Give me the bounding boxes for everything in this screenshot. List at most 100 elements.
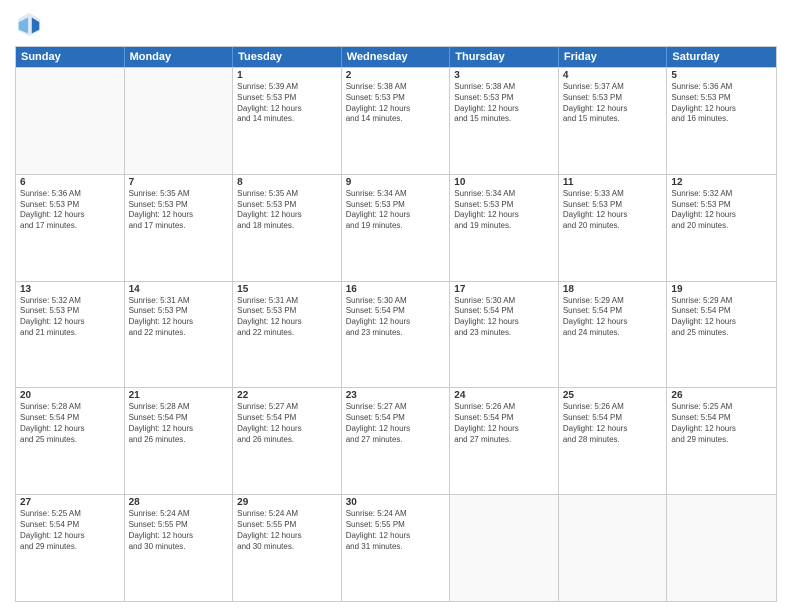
day-cell-15: 15Sunrise: 5:31 AM Sunset: 5:53 PM Dayli… [233,282,342,388]
day-number: 24 [454,390,554,401]
day-cell-22: 22Sunrise: 5:27 AM Sunset: 5:54 PM Dayli… [233,388,342,494]
day-cell-28: 28Sunrise: 5:24 AM Sunset: 5:55 PM Dayli… [125,495,234,601]
day-info: Sunrise: 5:24 AM Sunset: 5:55 PM Dayligh… [346,509,446,552]
calendar-row-3: 13Sunrise: 5:32 AM Sunset: 5:53 PM Dayli… [16,281,776,388]
calendar-header: SundayMondayTuesdayWednesdayThursdayFrid… [16,47,776,67]
day-number: 19 [671,284,772,295]
day-info: Sunrise: 5:29 AM Sunset: 5:54 PM Dayligh… [671,296,772,339]
day-info: Sunrise: 5:27 AM Sunset: 5:54 PM Dayligh… [237,402,337,445]
day-cell-17: 17Sunrise: 5:30 AM Sunset: 5:54 PM Dayli… [450,282,559,388]
logo-icon [15,10,43,38]
day-info: Sunrise: 5:24 AM Sunset: 5:55 PM Dayligh… [129,509,229,552]
day-info: Sunrise: 5:35 AM Sunset: 5:53 PM Dayligh… [237,189,337,232]
day-info: Sunrise: 5:24 AM Sunset: 5:55 PM Dayligh… [237,509,337,552]
calendar-row-1: 1Sunrise: 5:39 AM Sunset: 5:53 PM Daylig… [16,67,776,174]
day-number: 14 [129,284,229,295]
day-number: 1 [237,70,337,81]
day-cell-21: 21Sunrise: 5:28 AM Sunset: 5:54 PM Dayli… [125,388,234,494]
day-number: 26 [671,390,772,401]
day-cell-30: 30Sunrise: 5:24 AM Sunset: 5:55 PM Dayli… [342,495,451,601]
day-number: 2 [346,70,446,81]
day-cell-2: 2Sunrise: 5:38 AM Sunset: 5:53 PM Daylig… [342,68,451,174]
day-cell-24: 24Sunrise: 5:26 AM Sunset: 5:54 PM Dayli… [450,388,559,494]
day-cell-19: 19Sunrise: 5:29 AM Sunset: 5:54 PM Dayli… [667,282,776,388]
day-number: 18 [563,284,663,295]
day-info: Sunrise: 5:27 AM Sunset: 5:54 PM Dayligh… [346,402,446,445]
calendar: SundayMondayTuesdayWednesdayThursdayFrid… [15,46,777,602]
weekday-header-saturday: Saturday [667,47,776,67]
day-number: 28 [129,497,229,508]
day-number: 4 [563,70,663,81]
day-info: Sunrise: 5:37 AM Sunset: 5:53 PM Dayligh… [563,82,663,125]
day-cell-16: 16Sunrise: 5:30 AM Sunset: 5:54 PM Dayli… [342,282,451,388]
day-info: Sunrise: 5:33 AM Sunset: 5:53 PM Dayligh… [563,189,663,232]
day-cell-18: 18Sunrise: 5:29 AM Sunset: 5:54 PM Dayli… [559,282,668,388]
day-number: 12 [671,177,772,188]
day-cell-13: 13Sunrise: 5:32 AM Sunset: 5:53 PM Dayli… [16,282,125,388]
day-info: Sunrise: 5:30 AM Sunset: 5:54 PM Dayligh… [454,296,554,339]
day-number: 13 [20,284,120,295]
day-cell-14: 14Sunrise: 5:31 AM Sunset: 5:53 PM Dayli… [125,282,234,388]
day-cell-empty [559,495,668,601]
day-number: 15 [237,284,337,295]
day-info: Sunrise: 5:36 AM Sunset: 5:53 PM Dayligh… [20,189,120,232]
day-cell-29: 29Sunrise: 5:24 AM Sunset: 5:55 PM Dayli… [233,495,342,601]
calendar-row-4: 20Sunrise: 5:28 AM Sunset: 5:54 PM Dayli… [16,387,776,494]
day-info: Sunrise: 5:25 AM Sunset: 5:54 PM Dayligh… [671,402,772,445]
day-cell-empty [667,495,776,601]
day-number: 29 [237,497,337,508]
day-info: Sunrise: 5:34 AM Sunset: 5:53 PM Dayligh… [346,189,446,232]
day-cell-20: 20Sunrise: 5:28 AM Sunset: 5:54 PM Dayli… [16,388,125,494]
day-number: 6 [20,177,120,188]
header [15,10,777,38]
day-cell-10: 10Sunrise: 5:34 AM Sunset: 5:53 PM Dayli… [450,175,559,281]
day-info: Sunrise: 5:29 AM Sunset: 5:54 PM Dayligh… [563,296,663,339]
day-number: 20 [20,390,120,401]
day-info: Sunrise: 5:26 AM Sunset: 5:54 PM Dayligh… [563,402,663,445]
day-number: 11 [563,177,663,188]
day-info: Sunrise: 5:31 AM Sunset: 5:53 PM Dayligh… [129,296,229,339]
day-number: 9 [346,177,446,188]
day-info: Sunrise: 5:36 AM Sunset: 5:53 PM Dayligh… [671,82,772,125]
day-info: Sunrise: 5:26 AM Sunset: 5:54 PM Dayligh… [454,402,554,445]
page: SundayMondayTuesdayWednesdayThursdayFrid… [0,0,792,612]
day-info: Sunrise: 5:38 AM Sunset: 5:53 PM Dayligh… [454,82,554,125]
weekday-header-monday: Monday [125,47,234,67]
day-cell-11: 11Sunrise: 5:33 AM Sunset: 5:53 PM Dayli… [559,175,668,281]
calendar-body: 1Sunrise: 5:39 AM Sunset: 5:53 PM Daylig… [16,67,776,601]
day-cell-empty [16,68,125,174]
day-number: 7 [129,177,229,188]
calendar-row-5: 27Sunrise: 5:25 AM Sunset: 5:54 PM Dayli… [16,494,776,601]
day-info: Sunrise: 5:28 AM Sunset: 5:54 PM Dayligh… [129,402,229,445]
calendar-row-2: 6Sunrise: 5:36 AM Sunset: 5:53 PM Daylig… [16,174,776,281]
day-cell-27: 27Sunrise: 5:25 AM Sunset: 5:54 PM Dayli… [16,495,125,601]
day-cell-4: 4Sunrise: 5:37 AM Sunset: 5:53 PM Daylig… [559,68,668,174]
weekday-header-sunday: Sunday [16,47,125,67]
day-info: Sunrise: 5:28 AM Sunset: 5:54 PM Dayligh… [20,402,120,445]
day-info: Sunrise: 5:39 AM Sunset: 5:53 PM Dayligh… [237,82,337,125]
weekday-header-wednesday: Wednesday [342,47,451,67]
day-number: 10 [454,177,554,188]
logo [15,10,47,38]
day-cell-empty [450,495,559,601]
day-cell-1: 1Sunrise: 5:39 AM Sunset: 5:53 PM Daylig… [233,68,342,174]
day-number: 23 [346,390,446,401]
day-number: 3 [454,70,554,81]
day-info: Sunrise: 5:31 AM Sunset: 5:53 PM Dayligh… [237,296,337,339]
day-info: Sunrise: 5:32 AM Sunset: 5:53 PM Dayligh… [671,189,772,232]
day-number: 21 [129,390,229,401]
day-cell-3: 3Sunrise: 5:38 AM Sunset: 5:53 PM Daylig… [450,68,559,174]
day-cell-8: 8Sunrise: 5:35 AM Sunset: 5:53 PM Daylig… [233,175,342,281]
day-number: 8 [237,177,337,188]
day-number: 25 [563,390,663,401]
day-cell-23: 23Sunrise: 5:27 AM Sunset: 5:54 PM Dayli… [342,388,451,494]
weekday-header-thursday: Thursday [450,47,559,67]
day-cell-7: 7Sunrise: 5:35 AM Sunset: 5:53 PM Daylig… [125,175,234,281]
day-number: 22 [237,390,337,401]
day-cell-5: 5Sunrise: 5:36 AM Sunset: 5:53 PM Daylig… [667,68,776,174]
day-cell-26: 26Sunrise: 5:25 AM Sunset: 5:54 PM Dayli… [667,388,776,494]
day-info: Sunrise: 5:32 AM Sunset: 5:53 PM Dayligh… [20,296,120,339]
day-cell-12: 12Sunrise: 5:32 AM Sunset: 5:53 PM Dayli… [667,175,776,281]
weekday-header-friday: Friday [559,47,668,67]
day-info: Sunrise: 5:30 AM Sunset: 5:54 PM Dayligh… [346,296,446,339]
